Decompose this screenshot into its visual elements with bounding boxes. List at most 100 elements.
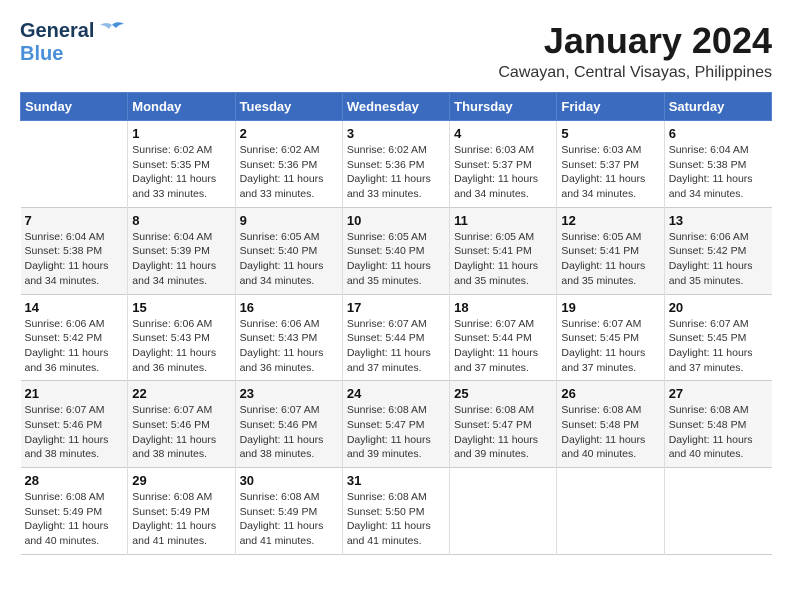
day-info: Sunrise: 6:06 AMSunset: 5:42 PMDaylight:… [669,230,768,289]
calendar-cell: 5Sunrise: 6:03 AMSunset: 5:37 PMDaylight… [557,121,664,208]
day-info: Sunrise: 6:02 AMSunset: 5:36 PMDaylight:… [347,143,445,202]
calendar-cell: 1 Sunrise: 6:02 AMSunset: 5:35 PMDaylight… [128,121,235,208]
day-info: Sunrise: 6:07 AMSunset: 5:46 PMDaylight:… [25,403,124,462]
day-number: 28 [25,473,124,488]
day-number: 25 [454,386,552,401]
day-number: 17 [347,300,445,315]
day-number: 9 [240,213,338,228]
day-info: Sunrise: 6:02 AMSunset: 5:36 PMDaylight:… [240,143,338,202]
header-day-friday: Friday [557,93,664,121]
logo: General Blue [20,20,126,66]
calendar-cell [21,121,128,208]
calendar-cell: 9 Sunrise: 6:05 AMSunset: 5:40 PMDaylight… [235,207,342,294]
day-number: 8 [132,213,230,228]
day-number: 27 [669,386,768,401]
calendar-cell: 24 Sunrise: 6:08 AMSunset: 5:47 PMDayligh… [342,381,449,468]
calendar-cell: 27 Sunrise: 6:08 AMSunset: 5:48 PMDayligh… [664,381,771,468]
day-number: 20 [669,300,768,315]
day-number: 30 [240,473,338,488]
header-day-saturday: Saturday [664,93,771,121]
day-number: 3 [347,126,445,141]
calendar-cell: 13 Sunrise: 6:06 AMSunset: 5:42 PMDayligh… [664,207,771,294]
calendar-cell: 3 Sunrise: 6:02 AMSunset: 5:36 PMDaylight… [342,121,449,208]
calendar-cell: 14 Sunrise: 6:06 AMSunset: 5:42 PMDayligh… [21,294,128,381]
day-number: 11 [454,213,552,228]
day-number: 23 [240,386,338,401]
calendar-cell [450,468,557,555]
day-number: 6 [669,126,768,141]
day-number: 15 [132,300,230,315]
calendar-cell: 12Sunrise: 6:05 AMSunset: 5:41 PMDayligh… [557,207,664,294]
calendar-cell: 30 Sunrise: 6:08 AMSunset: 5:49 PMDayligh… [235,468,342,555]
day-number: 4 [454,126,552,141]
day-info: Sunrise: 6:04 AMSunset: 5:39 PMDaylight:… [132,230,230,289]
header-day-tuesday: Tuesday [235,93,342,121]
day-info: Sunrise: 6:08 AMSunset: 5:48 PMDaylight:… [669,403,768,462]
header-day-wednesday: Wednesday [342,93,449,121]
day-info: Sunrise: 6:07 AMSunset: 5:45 PMDaylight:… [669,317,768,376]
calendar-header-row: SundayMondayTuesdayWednesdayThursdayFrid… [21,93,772,121]
day-info: Sunrise: 6:08 AMSunset: 5:48 PMDaylight:… [561,403,659,462]
day-number: 24 [347,386,445,401]
week-row-1: 1 Sunrise: 6:02 AMSunset: 5:35 PMDaylight… [21,121,772,208]
day-info: Sunrise: 6:02 AMSunset: 5:35 PMDaylight:… [132,143,230,202]
calendar-cell: 29Sunrise: 6:08 AMSunset: 5:49 PMDayligh… [128,468,235,555]
week-row-4: 21 Sunrise: 6:07 AMSunset: 5:46 PMDayligh… [21,381,772,468]
day-info: Sunrise: 6:08 AMSunset: 5:47 PMDaylight:… [454,403,552,462]
day-number: 2 [240,126,338,141]
day-info: Sunrise: 6:05 AMSunset: 5:40 PMDaylight:… [347,230,445,289]
week-row-2: 7 Sunrise: 6:04 AMSunset: 5:38 PMDaylight… [21,207,772,294]
header-day-sunday: Sunday [21,93,128,121]
location-title: Cawayan, Central Visayas, Philippines [498,64,772,82]
logo-bird-icon [98,21,126,43]
calendar-cell: 8 Sunrise: 6:04 AMSunset: 5:39 PMDaylight… [128,207,235,294]
day-number: 21 [25,386,124,401]
calendar-cell: 23 Sunrise: 6:07 AMSunset: 5:46 PMDayligh… [235,381,342,468]
day-info: Sunrise: 6:03 AMSunset: 5:37 PMDaylight:… [454,143,552,202]
calendar-cell: 22 Sunrise: 6:07 AMSunset: 5:46 PMDayligh… [128,381,235,468]
calendar-cell: 25 Sunrise: 6:08 AMSunset: 5:47 PMDayligh… [450,381,557,468]
calendar-cell: 17 Sunrise: 6:07 AMSunset: 5:44 PMDayligh… [342,294,449,381]
day-number: 10 [347,213,445,228]
calendar-cell: 15 Sunrise: 6:06 AMSunset: 5:43 PMDayligh… [128,294,235,381]
day-info: Sunrise: 6:08 AMSunset: 5:47 PMDaylight:… [347,403,445,462]
calendar-cell: 16 Sunrise: 6:06 AMSunset: 5:43 PMDayligh… [235,294,342,381]
month-title: January 2024 [498,20,772,62]
day-info: Sunrise: 6:07 AMSunset: 5:44 PMDaylight:… [347,317,445,376]
day-info: Sunrise: 6:04 AMSunset: 5:38 PMDaylight:… [669,143,768,202]
calendar-cell: 19Sunrise: 6:07 AMSunset: 5:45 PMDayligh… [557,294,664,381]
calendar-cell [557,468,664,555]
day-number: 16 [240,300,338,315]
day-number: 26 [561,386,659,401]
day-info: Sunrise: 6:06 AMSunset: 5:43 PMDaylight:… [240,317,338,376]
day-number: 29 [132,473,230,488]
day-info: Sunrise: 6:04 AMSunset: 5:38 PMDaylight:… [25,230,124,289]
day-info: Sunrise: 6:07 AMSunset: 5:45 PMDaylight:… [561,317,659,376]
logo-general-text: General [20,20,94,43]
day-info: Sunrise: 6:08 AMSunset: 5:50 PMDaylight:… [347,490,445,549]
calendar-cell: 31 Sunrise: 6:08 AMSunset: 5:50 PMDayligh… [342,468,449,555]
day-info: Sunrise: 6:06 AMSunset: 5:43 PMDaylight:… [132,317,230,376]
day-info: Sunrise: 6:06 AMSunset: 5:42 PMDaylight:… [25,317,124,376]
day-info: Sunrise: 6:05 AMSunset: 5:41 PMDaylight:… [561,230,659,289]
calendar-cell: 10 Sunrise: 6:05 AMSunset: 5:40 PMDayligh… [342,207,449,294]
day-number: 22 [132,386,230,401]
day-info: Sunrise: 6:08 AMSunset: 5:49 PMDaylight:… [240,490,338,549]
calendar-cell: 6 Sunrise: 6:04 AMSunset: 5:38 PMDaylight… [664,121,771,208]
day-number: 5 [561,126,659,141]
day-number: 31 [347,473,445,488]
day-number: 7 [25,213,124,228]
day-info: Sunrise: 6:07 AMSunset: 5:46 PMDaylight:… [240,403,338,462]
day-info: Sunrise: 6:07 AMSunset: 5:46 PMDaylight:… [132,403,230,462]
day-number: 1 [132,126,230,141]
day-info: Sunrise: 6:05 AMSunset: 5:40 PMDaylight:… [240,230,338,289]
week-row-5: 28 Sunrise: 6:08 AMSunset: 5:49 PMDayligh… [21,468,772,555]
day-number: 13 [669,213,768,228]
day-info: Sunrise: 6:08 AMSunset: 5:49 PMDaylight:… [25,490,124,549]
calendar-cell: 20 Sunrise: 6:07 AMSunset: 5:45 PMDayligh… [664,294,771,381]
logo-blue-text: Blue [20,43,63,66]
calendar-cell: 18Sunrise: 6:07 AMSunset: 5:44 PMDayligh… [450,294,557,381]
day-number: 14 [25,300,124,315]
calendar-cell: 28 Sunrise: 6:08 AMSunset: 5:49 PMDayligh… [21,468,128,555]
calendar-table: SundayMondayTuesdayWednesdayThursdayFrid… [20,92,772,555]
